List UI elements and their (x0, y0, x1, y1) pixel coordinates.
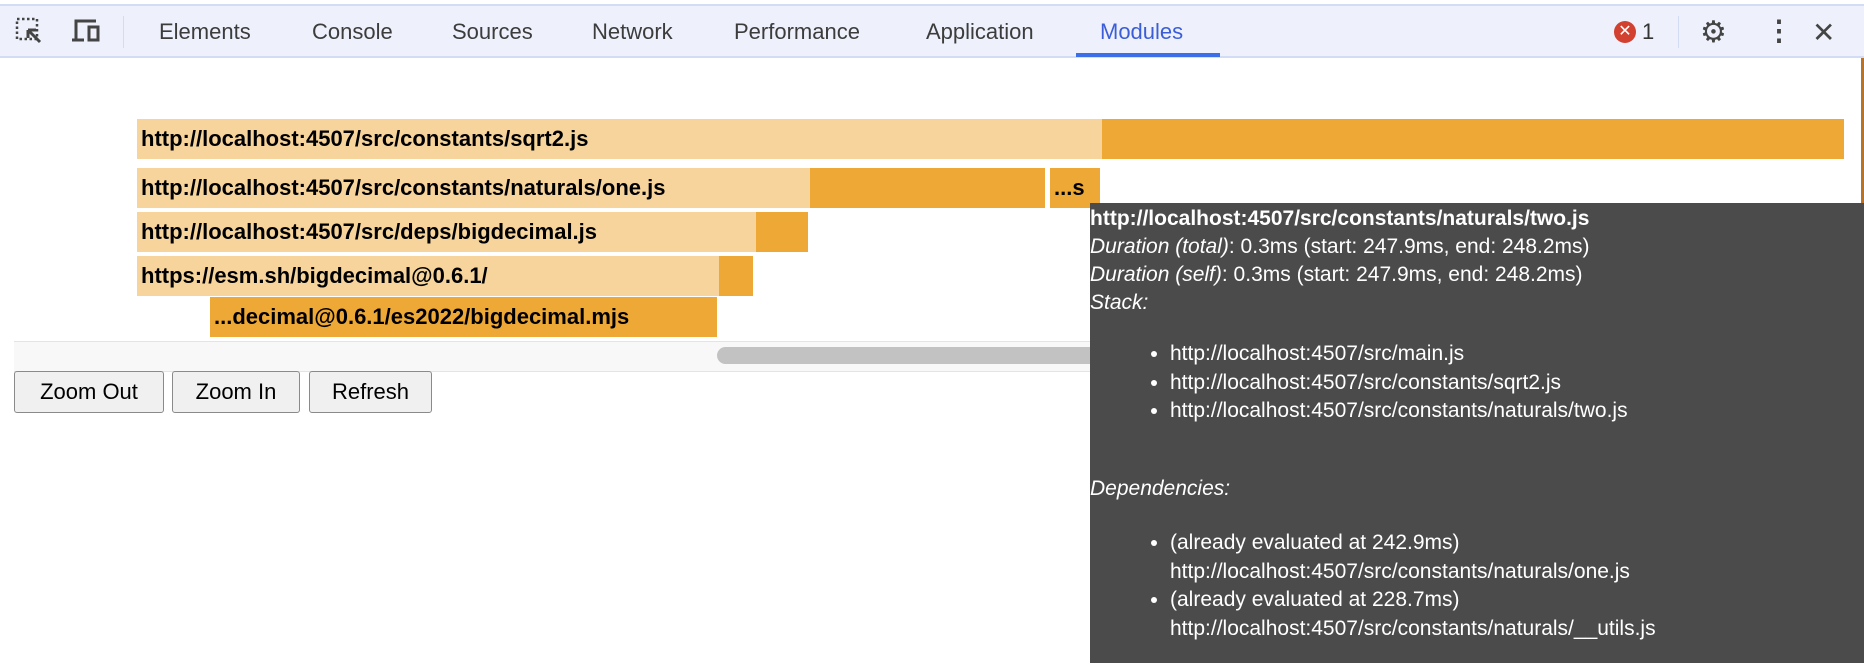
duration-self-label: Duration (self) (1090, 263, 1222, 286)
refresh-button[interactable]: Refresh (309, 371, 432, 413)
flame-bar-bigdecimal-self[interactable] (756, 212, 808, 252)
flame-bar-sqrt2[interactable]: http://localhost:4507/src/constants/sqrt… (137, 119, 1102, 159)
dependency-note: (already evaluated at 228.7ms) (1170, 588, 1460, 611)
tooltip-title: http://localhost:4507/src/constants/natu… (1090, 207, 1590, 230)
tab-sources[interactable]: Sources (452, 6, 533, 58)
scrollbar-thumb[interactable] (717, 347, 1141, 364)
flame-bar-bigdecimal[interactable]: http://localhost:4507/src/deps/bigdecima… (137, 212, 756, 252)
flame-bar-esm-bigdecimal[interactable]: https://esm.sh/bigdecimal@0.6.1/ (137, 256, 719, 296)
dependency-url: http://localhost:4507/src/constants/natu… (1170, 559, 1630, 583)
dependency-note: (already evaluated at 242.9ms) (1170, 531, 1460, 554)
device-toolbar-icon[interactable] (70, 16, 104, 46)
active-tab-indicator (1076, 53, 1220, 57)
duration-total: Duration (total): 0.3ms (start: 247.9ms,… (1090, 233, 1590, 261)
stack-label: Stack: (1090, 291, 1149, 314)
duration-self-value: : 0.3ms (start: 247.9ms, end: 248.2ms) (1221, 263, 1583, 286)
dependencies-list: (already evaluated at 242.9ms) http://loc… (1090, 529, 1656, 643)
settings-gear-icon[interactable]: ⚙ (1700, 15, 1727, 50)
stack-list: http://localhost:4507/src/main.js http:/… (1090, 340, 1628, 426)
more-options-icon[interactable]: ⋮ (1765, 14, 1793, 47)
duration-total-label: Duration (total) (1090, 235, 1229, 258)
toolbar-divider (123, 16, 124, 48)
dependency-item: (already evaluated at 228.7ms) http://loc… (1170, 586, 1656, 643)
stack-item: http://localhost:4507/src/constants/sqrt… (1170, 369, 1628, 398)
error-icon: ✕ (1614, 21, 1636, 43)
duration-total-value: : 0.3ms (start: 247.9ms, end: 248.2ms) (1228, 235, 1590, 258)
zoom-out-button[interactable]: Zoom Out (14, 371, 164, 413)
tab-performance[interactable]: Performance (734, 6, 860, 58)
stack-item: http://localhost:4507/src/main.js (1170, 340, 1628, 369)
tab-elements[interactable]: Elements (159, 6, 251, 58)
tab-modules[interactable]: Modules (1100, 6, 1183, 58)
dependency-url: http://localhost:4507/src/constants/natu… (1170, 616, 1656, 640)
inspect-element-icon[interactable] (14, 16, 44, 46)
error-counter[interactable]: ✕ 1 (1614, 19, 1654, 45)
flame-bar-sqrt2-self[interactable] (1102, 119, 1844, 159)
zoom-in-button[interactable]: Zoom In (172, 371, 300, 413)
duration-self: Duration (self): 0.3ms (start: 247.9ms, … (1090, 261, 1583, 289)
flame-bar-two[interactable]: ...s (1050, 168, 1100, 208)
flame-bar-bigdecimal-mjs[interactable]: ...decimal@0.6.1/es2022/bigdecimal.mjs (210, 297, 717, 337)
dependencies-label: Dependencies: (1090, 477, 1231, 500)
module-tooltip: http://localhost:4507/src/constants/natu… (1090, 203, 1864, 663)
close-icon[interactable]: ✕ (1812, 16, 1835, 49)
flame-bar-one[interactable]: http://localhost:4507/src/constants/natu… (137, 168, 810, 208)
flame-bar-one-self[interactable] (810, 168, 1045, 208)
tab-network[interactable]: Network (592, 6, 673, 58)
dependency-item: (already evaluated at 242.9ms) http://loc… (1170, 529, 1656, 586)
error-count: 1 (1642, 19, 1655, 44)
tab-console[interactable]: Console (312, 6, 393, 58)
stack-item: http://localhost:4507/src/constants/natu… (1170, 397, 1628, 426)
flame-bar-esm-bigdecimal-self[interactable] (719, 256, 753, 296)
toolbar-divider (1678, 16, 1679, 48)
devtools-toolbar: Elements Console Sources Network Perform… (0, 4, 1864, 58)
tab-application[interactable]: Application (926, 6, 1034, 58)
